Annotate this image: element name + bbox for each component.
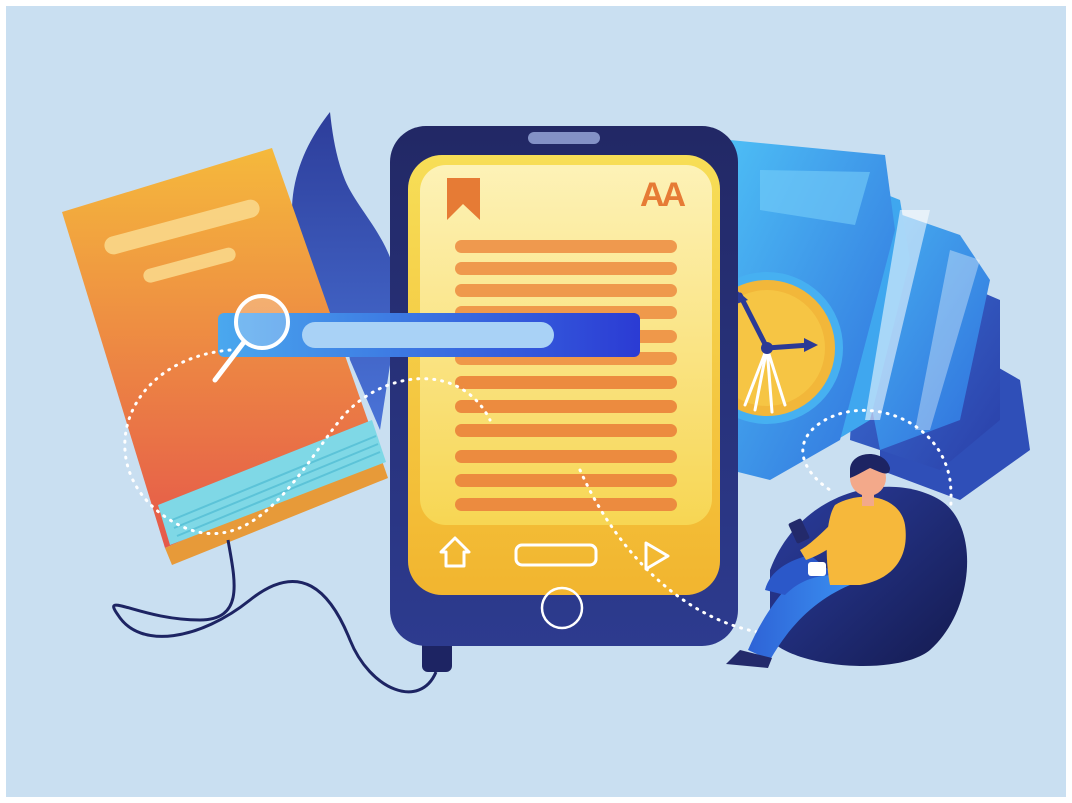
- search-input[interactable]: [302, 322, 554, 348]
- font-size-glyph: AA: [640, 176, 686, 214]
- illustration: AA: [0, 0, 1072, 803]
- speaker-slot: [528, 132, 600, 144]
- e-reader-device: AA: [390, 126, 738, 672]
